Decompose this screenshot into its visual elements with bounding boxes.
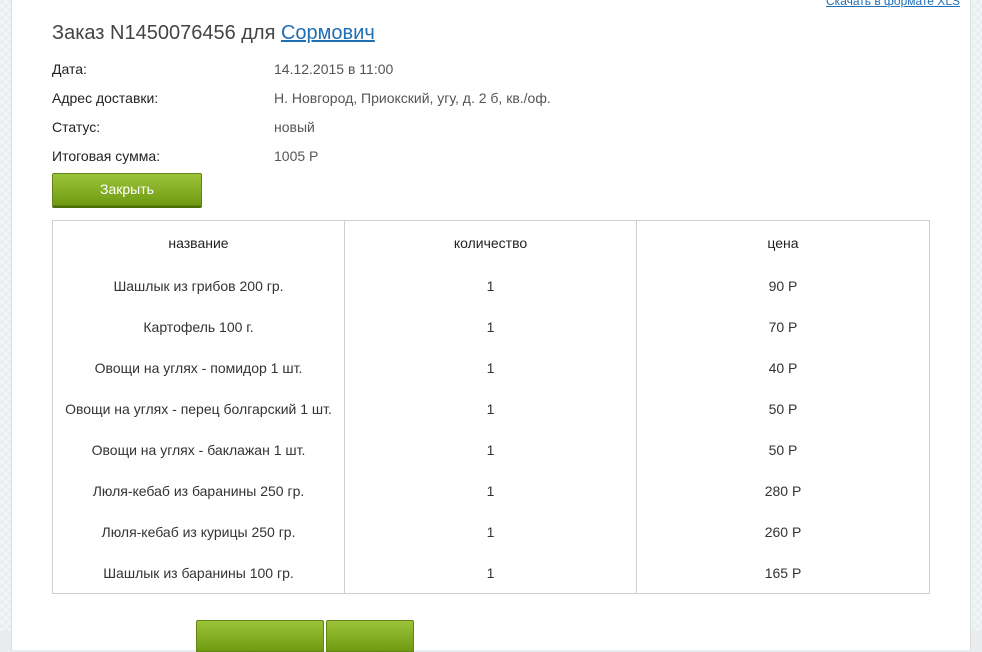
info-label: Адрес доставки: [52,90,159,106]
item-price: 50 Р [636,429,930,470]
item-name: Овощи на углях - помидор 1 шт. [52,347,345,388]
info-value: 1005 Р [274,148,319,164]
info-row-date: Дата: 14.12.2015 в 11:00 [52,61,393,77]
info-row-address: Адрес доставки: Н. Новгород, Приокский, у… [52,90,551,106]
item-price: 90 Р [636,265,930,306]
item-quantity: 1 [344,347,637,388]
item-name: Овощи на углях - перец болгарский 1 шт. [52,388,345,429]
item-name: Шашлык из грибов 200 гр. [52,265,345,306]
item-price: 40 Р [636,347,930,388]
item-name: Шашлык из баранины 100 гр. [52,552,345,594]
info-value: новый [274,119,315,135]
item-price: 280 Р [636,470,930,511]
download-xls-link[interactable]: Скачать в формате XLS [826,0,960,8]
item-price: 50 Р [636,388,930,429]
item-name: Люля-кебаб из курицы 250 гр. [52,511,345,552]
table-row: Овощи на углях - перец болгарский 1 шт. … [52,388,930,429]
bottom-action-button[interactable] [196,620,324,652]
bottom-action-button[interactable] [326,620,414,652]
table-row: Люля-кебаб из баранины 250 гр. 1 280 Р [52,470,930,511]
table-row: Овощи на углях - баклажан 1 шт. 1 50 Р [52,429,930,470]
table-row: Шашлык из баранины 100 гр. 1 165 Р [52,552,930,594]
column-header: цена [636,220,930,265]
info-label: Итоговая сумма: [52,148,160,164]
info-value: 14.12.2015 в 11:00 [274,61,394,77]
item-price: 165 Р [636,552,930,594]
order-items-table: название количество цена Шашлык из грибо… [52,220,930,594]
item-quantity: 1 [344,470,637,511]
customer-link[interactable]: Сормович [281,22,375,44]
table-row: Люля-кебаб из курицы 250 гр. 1 260 Р [52,511,930,552]
order-title-text: Заказ N1450076456 для [52,22,276,44]
item-quantity: 1 [344,388,637,429]
column-header: название [52,220,345,265]
table-row: Овощи на углях - помидор 1 шт. 1 40 Р [52,347,930,388]
item-name: Картофель 100 г. [52,306,345,347]
info-row-total: Итоговая сумма: 1005 Р [52,148,318,164]
table-row: Картофель 100 г. 1 70 Р [52,306,930,347]
table-row: Шашлык из грибов 200 гр. 1 90 Р [52,265,930,306]
close-button[interactable]: Закрыть [52,173,202,206]
item-price: 260 Р [636,511,930,552]
item-quantity: 1 [344,265,637,306]
item-quantity: 1 [344,552,637,594]
info-value: Н. Новгород, Приокский, угу, д. 2 б, кв.… [274,90,551,106]
info-row-status: Статус: новый [52,119,315,135]
info-label: Дата: [52,61,87,77]
item-name: Овощи на углях - баклажан 1 шт. [52,429,345,470]
item-quantity: 1 [344,429,637,470]
column-header: количество [344,220,637,265]
item-quantity: 1 [344,511,637,552]
item-quantity: 1 [344,306,637,347]
info-label: Статус: [52,119,101,135]
item-price: 70 Р [636,306,930,347]
item-name: Люля-кебаб из баранины 250 гр. [52,470,345,511]
page-title: Заказ N1450076456 для Сормович [52,22,375,45]
table-header-row: название количество цена [52,220,930,265]
